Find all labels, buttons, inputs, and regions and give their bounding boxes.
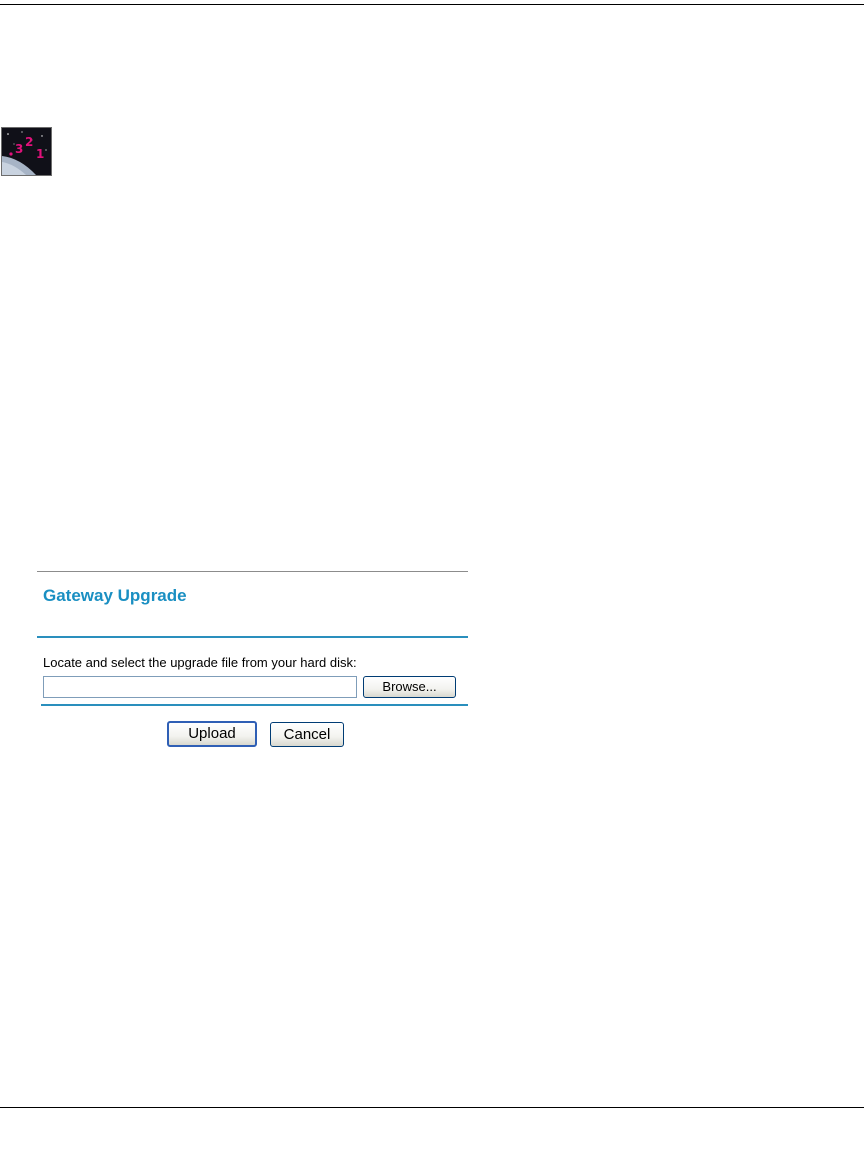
file-select-row: Browse... xyxy=(43,675,468,699)
upload-button[interactable]: Upload xyxy=(167,721,257,747)
panel-top-divider xyxy=(37,571,468,572)
svg-text:2: 2 xyxy=(25,135,33,149)
browse-button[interactable]: Browse... xyxy=(363,676,456,698)
svg-text:1: 1 xyxy=(36,147,44,161)
version-countdown-icon: 3 2 1 xyxy=(1,127,52,176)
page-footer-rule xyxy=(0,1107,864,1108)
gateway-upgrade-panel: Gateway Upgrade Locate and select the up… xyxy=(37,571,468,748)
page-title: Gateway Upgrade xyxy=(43,586,187,605)
page-header-rule xyxy=(0,4,864,5)
svg-text:3: 3 xyxy=(15,142,23,156)
action-buttons: Upload Cancel xyxy=(37,721,468,748)
countdown-graphic: 3 2 1 xyxy=(2,128,51,175)
instruction-text: Locate and select the upgrade file from … xyxy=(43,655,357,670)
cancel-button[interactable]: Cancel xyxy=(270,722,344,747)
upgrade-file-input[interactable] xyxy=(43,676,357,698)
title-divider xyxy=(37,636,468,638)
form-divider xyxy=(41,704,468,706)
